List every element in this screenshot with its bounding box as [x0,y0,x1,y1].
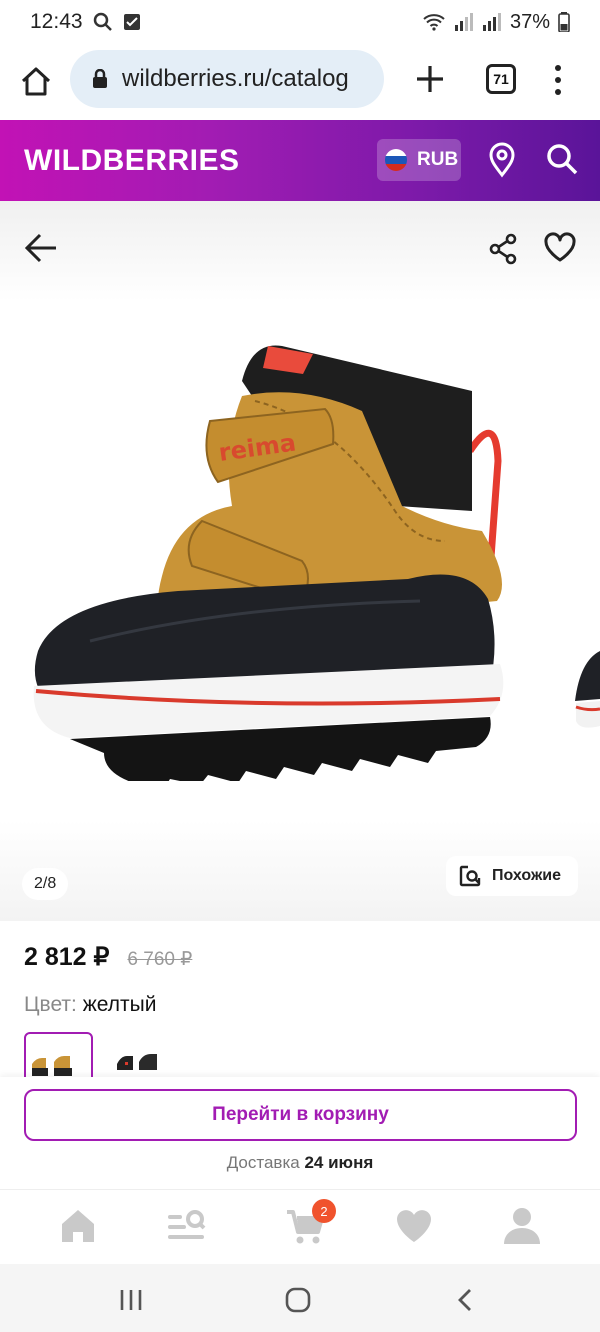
product-image-boot: reima [33,345,504,781]
currency-selector[interactable]: RUB [377,139,461,181]
delivery-label: Доставка [226,1153,300,1172]
status-bar: 12:43 37% [0,0,600,44]
color-label: Цвет: [24,993,77,1016]
go-to-cart-button[interactable]: Перейти в корзину [24,1089,577,1141]
home-icon[interactable] [58,1206,98,1246]
color-swatches [24,1032,172,1078]
catalog-icon[interactable] [166,1206,206,1246]
search-notification-icon [93,12,112,31]
delivery-date: 24 июня [304,1153,374,1172]
back-arrow-icon[interactable] [24,231,58,265]
similar-search-icon [459,865,481,887]
tab-switcher-button[interactable]: 71 [486,64,516,94]
search-icon[interactable] [545,142,579,176]
swatch-yellow-boot-image [32,1056,72,1076]
battery-icon [558,12,570,32]
russia-flag-icon [385,149,407,171]
color-swatch-black[interactable] [103,1032,172,1078]
signal-icon-2 [482,13,501,31]
image-counter: 2/8 [22,868,69,900]
site-header: WILDBERRIES RUB [0,120,600,201]
address-bar[interactable]: wildberries.ru/catalog [70,50,384,108]
browser-home-icon[interactable] [18,64,54,100]
site-logo[interactable]: WILDBERRIES [24,144,240,178]
swatch-black-boot-image [117,1054,157,1070]
url-text: wildberries.ru/catalog [122,65,349,92]
system-home-icon[interactable] [284,1286,312,1314]
color-value: желтый [82,993,157,1016]
recent-apps-icon[interactable] [117,1286,145,1314]
profile-icon[interactable] [502,1206,542,1246]
location-pin-icon[interactable] [487,142,517,178]
lock-icon [93,69,107,88]
color-row: Цвет: желтый [24,993,156,1017]
cart-count-badge: 2 [312,1199,336,1223]
similar-label: Похожие [492,867,562,884]
wifi-icon [423,14,445,31]
favorite-heart-icon[interactable] [543,231,577,263]
similar-products-button[interactable]: Похожие [446,856,578,896]
price-block: 2 812 ₽ 6 760 ₽ [24,942,192,972]
task-notification-icon [123,14,140,30]
current-price: 2 812 ₽ [24,943,110,971]
status-time: 12:43 [30,10,83,33]
browser-toolbar: wildberries.ru/catalog 71 [0,44,600,120]
heart-icon[interactable] [394,1206,434,1246]
product-gallery[interactable]: reima 2/8 Похожие [0,201,600,921]
share-icon[interactable] [488,233,518,265]
battery-percent: 37% [509,10,550,33]
next-image-preview[interactable] [570,641,600,761]
bottom-tab-bar: 2 [0,1189,600,1264]
currency-label: RUB [417,149,459,170]
kebab-menu-icon[interactable] [548,62,568,98]
delivery-info: Доставка 24 июня [0,1153,600,1173]
color-swatch-yellow[interactable] [24,1032,93,1078]
old-price: 6 760 ₽ [127,949,193,970]
system-navigation-bar [0,1264,600,1332]
signal-icon [454,13,473,31]
system-back-icon[interactable] [452,1286,480,1314]
new-tab-icon[interactable] [413,62,447,96]
purchase-panel: Перейти в корзину Доставка 24 июня [0,1077,600,1189]
